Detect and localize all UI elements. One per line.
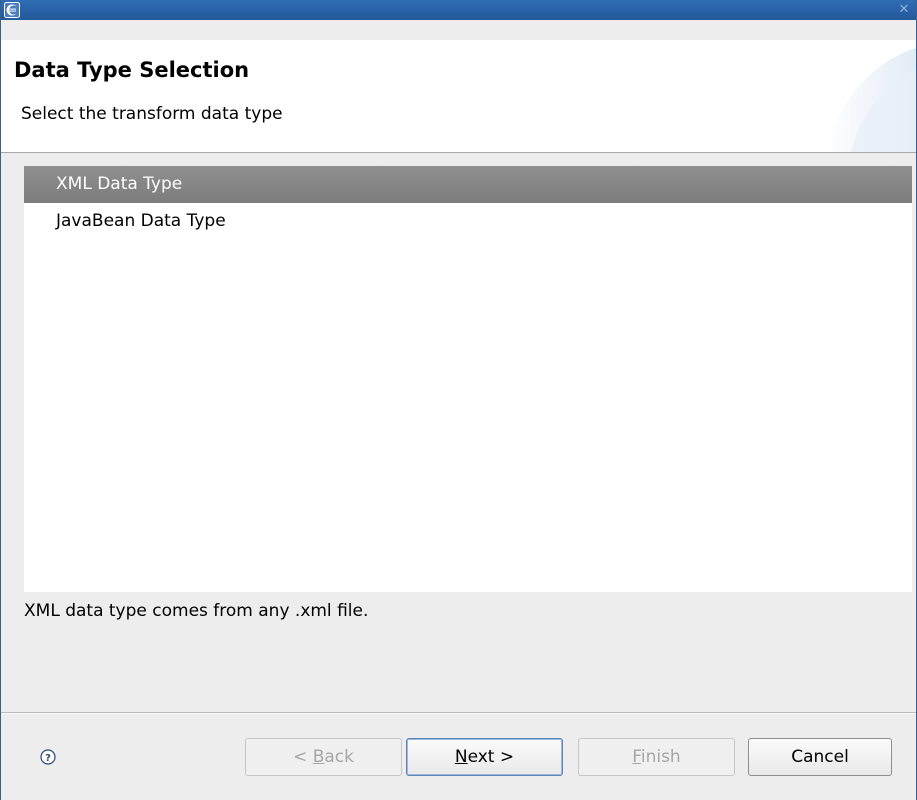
finish-button-mnemonic: F [632, 747, 641, 767]
list-item-javabean-data-type[interactable]: JavaBean Data Type [24, 203, 912, 240]
finish-button[interactable]: Finish [578, 738, 735, 776]
back-button-suffix: ack [324, 747, 354, 767]
eclipse-icon [4, 2, 20, 18]
selection-description: XML data type comes from any .xml file. [24, 601, 369, 621]
back-button-mnemonic: B [312, 747, 325, 767]
svg-text:?: ? [45, 753, 51, 764]
next-button[interactable]: Next > [406, 738, 563, 776]
header-banner-graphic [826, 48, 916, 152]
next-button-suffix: ext > [467, 747, 515, 767]
page-title: Data Type Selection [14, 58, 250, 82]
data-type-list[interactable]: XML Data Type JavaBean Data Type [24, 166, 912, 592]
separator [1, 712, 916, 714]
page-subtitle: Select the transform data type [21, 104, 283, 124]
wizard-dialog: ✕ Data Type Selection Select the transfo… [0, 0, 917, 800]
list-item-xml-data-type[interactable]: XML Data Type [24, 166, 912, 203]
help-icon[interactable]: ? [40, 749, 56, 765]
finish-button-suffix: inish [640, 747, 681, 767]
title-bar[interactable]: ✕ [1, 0, 916, 20]
back-button[interactable]: < Back [245, 738, 402, 776]
cancel-button[interactable]: Cancel [748, 738, 892, 776]
wizard-header: Data Type Selection Select the transform… [1, 40, 916, 153]
next-button-mnemonic: N [454, 747, 468, 767]
close-icon[interactable]: ✕ [896, 2, 912, 18]
back-button-prefix: < [293, 747, 313, 767]
